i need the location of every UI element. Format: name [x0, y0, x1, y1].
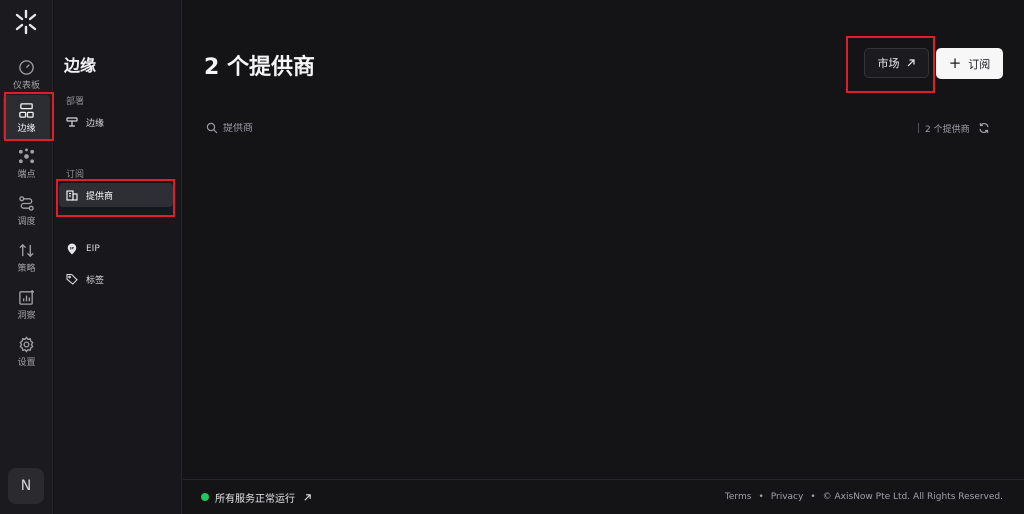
rail-item-settings[interactable]: 设置	[3, 329, 50, 375]
subscribe-button[interactable]: + 订阅	[936, 48, 1003, 79]
rail-item-insights[interactable]: 洞察	[3, 282, 50, 328]
rail-item-policy[interactable]: 策略	[3, 235, 50, 281]
external-link-icon	[304, 493, 311, 501]
edge-icon	[19, 103, 34, 118]
divider	[918, 123, 919, 133]
rail-item-dashboard[interactable]: 仪表板	[3, 52, 50, 98]
subnav-item-label: EIP	[86, 244, 100, 254]
rail-item-routing[interactable]: 调度	[3, 188, 50, 234]
result-count-label: 2 个提供商	[925, 124, 970, 135]
search-input[interactable]	[223, 122, 483, 134]
footer: 所有服务正常运行 Terms • Privacy • © AxisNow Pte…	[183, 479, 1024, 514]
rail-item-edge[interactable]: 边缘	[3, 95, 50, 141]
rail-item-label: 调度	[17, 217, 36, 227]
rail-item-label: 洞察	[17, 311, 36, 321]
status-label: 所有服务正常运行	[215, 493, 295, 505]
subnav-item-tags[interactable]: 标签	[59, 267, 173, 291]
status-dot	[201, 493, 209, 501]
section-label-subscribe: 订阅	[66, 170, 85, 180]
separator: •	[810, 492, 816, 502]
service-status[interactable]: 所有服务正常运行	[201, 490, 312, 505]
rail-item-label: 端点	[17, 170, 36, 180]
gear-icon	[19, 336, 34, 353]
market-button-label: 市场	[877, 57, 900, 70]
plus-icon: +	[948, 54, 962, 72]
subnav-item-eip[interactable]: IP EIP	[59, 237, 173, 261]
rail-item-label: 设置	[17, 358, 36, 368]
search-icon	[206, 122, 218, 134]
insights-icon	[19, 289, 35, 305]
privacy-link[interactable]: Privacy	[771, 492, 804, 502]
subnav-item-label: 提供商	[86, 191, 114, 202]
logo-icon[interactable]	[13, 9, 39, 35]
tag-icon	[66, 273, 78, 285]
refresh-icon[interactable]	[978, 122, 990, 134]
secondary-sidebar: 边缘 部署 边缘 订阅 提供商 IP EIP 标签	[54, 0, 182, 514]
subnav-title: 边缘	[64, 56, 97, 75]
terms-link[interactable]: Terms	[725, 492, 752, 502]
result-count: 2 个提供商	[918, 119, 990, 137]
policy-icon	[19, 243, 34, 258]
copyright: © AxisNow Pte Ltd. All Rights Reserved.	[822, 492, 1003, 502]
rail-item-label: 边缘	[17, 124, 36, 134]
avatar[interactable]: N	[8, 468, 44, 504]
section-label-deploy: 部署	[66, 97, 85, 107]
rail-item-label: 仪表板	[12, 81, 40, 91]
rail-item-label: 策略	[17, 264, 36, 274]
subscribe-button-label: 订阅	[968, 57, 991, 71]
subnav-item-label: 标签	[86, 275, 105, 286]
svg-text:IP: IP	[70, 247, 74, 251]
subnav-item-providers[interactable]: 提供商	[59, 183, 173, 207]
separator: •	[758, 492, 764, 502]
primary-sidebar: 仪表板 边缘 端点 调度 策略 洞察 设置 N	[0, 0, 53, 514]
subnav-item-edge[interactable]: 边缘	[59, 110, 173, 134]
footer-links: Terms • Privacy • © AxisNow Pte Ltd. All…	[725, 492, 1003, 502]
rail-item-endpoints[interactable]: 端点	[3, 141, 50, 187]
external-link-icon	[907, 59, 915, 67]
search-bar	[206, 119, 506, 137]
edge-item-icon	[66, 117, 78, 127]
main-content: 2 个提供商 市场 + 订阅 2 个提供商 所有服务正常运行 Terms • P…	[183, 0, 1024, 514]
gauge-icon	[19, 60, 34, 75]
market-button[interactable]: 市场	[864, 48, 929, 78]
building-icon	[66, 190, 78, 201]
subnav-item-label: 边缘	[86, 118, 105, 129]
routing-icon	[19, 196, 34, 211]
ip-pin-icon: IP	[67, 243, 77, 255]
endpoints-icon	[18, 148, 35, 164]
page-title: 2 个提供商	[204, 55, 315, 80]
